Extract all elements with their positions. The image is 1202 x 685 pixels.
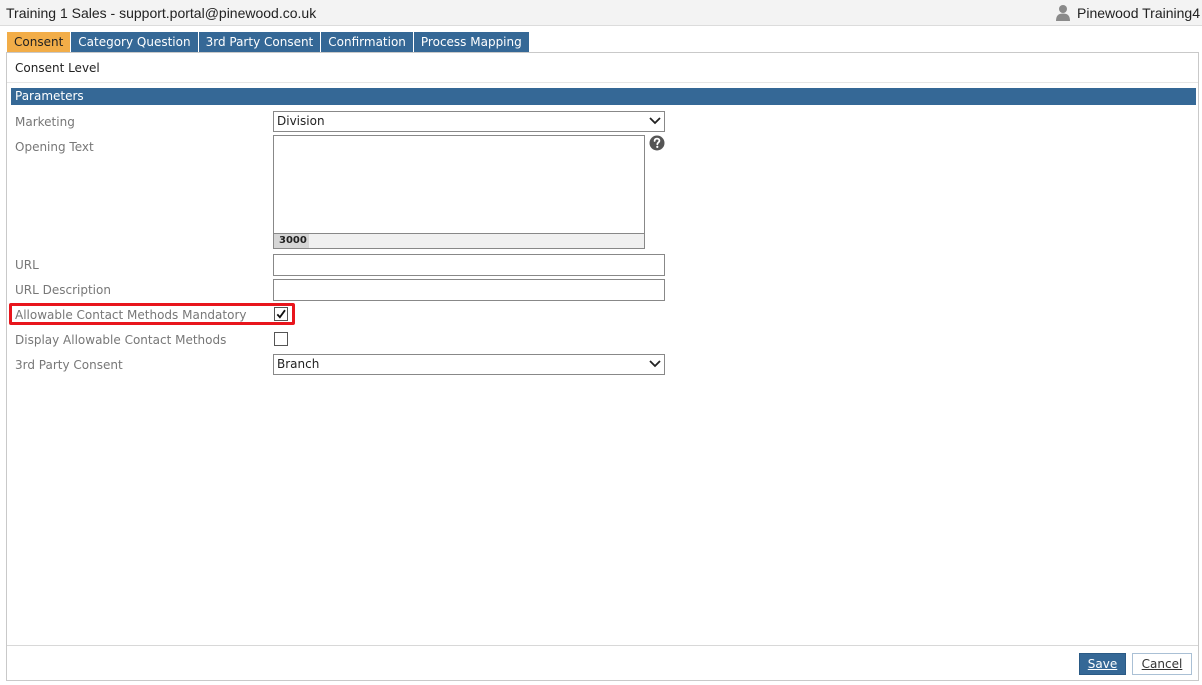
url-description-input[interactable] <box>273 279 665 301</box>
display-allowable-contact-methods-label: Display Allowable Contact Methods <box>15 333 227 347</box>
panel-title: Consent Level <box>15 61 100 75</box>
chevron-down-icon <box>649 117 661 125</box>
url-label: URL <box>15 258 39 272</box>
app-title: Training 1 Sales - support.portal@pinewo… <box>6 5 317 21</box>
help-icon[interactable] <box>649 135 665 151</box>
display-allowable-contact-methods-checkbox[interactable] <box>274 332 288 346</box>
url-description-label: URL Description <box>15 283 111 297</box>
divider <box>7 82 1198 83</box>
url-input[interactable] <box>273 254 665 276</box>
3rd-party-consent-select[interactable]: Branch <box>273 354 665 375</box>
consent-panel: Consent Level Parameters Marketing Divis… <box>6 52 1199 681</box>
marketing-label: Marketing <box>15 115 75 129</box>
user-menu[interactable]: Pinewood Training4 <box>1055 4 1200 21</box>
chevron-down-icon <box>649 360 661 368</box>
tab-bar: Consent Category Question 3rd Party Cons… <box>7 32 530 52</box>
char-count-bar: 3000 <box>273 234 645 249</box>
user-icon <box>1056 5 1071 21</box>
section-header-parameters: Parameters <box>11 88 1196 105</box>
opening-text-textarea[interactable] <box>273 135 645 234</box>
save-button[interactable]: Save <box>1079 653 1126 675</box>
3rd-party-consent-label: 3rd Party Consent <box>15 358 123 372</box>
user-name[interactable]: Pinewood Training4 <box>1077 5 1200 21</box>
tab-3rd-party-consent[interactable]: 3rd Party Consent <box>198 32 321 52</box>
marketing-select-value: Division <box>277 114 325 128</box>
footer-divider <box>7 645 1198 646</box>
3rd-party-consent-select-value: Branch <box>277 357 320 371</box>
tab-consent[interactable]: Consent <box>7 32 71 52</box>
highlight-box <box>9 303 295 325</box>
tab-category-question[interactable]: Category Question <box>71 32 198 52</box>
tab-confirmation[interactable]: Confirmation <box>321 32 413 52</box>
char-count: 3000 <box>274 234 309 248</box>
marketing-select[interactable]: Division <box>273 111 665 132</box>
cancel-button[interactable]: Cancel <box>1132 653 1192 675</box>
title-bar: Training 1 Sales - support.portal@pinewo… <box>0 0 1202 26</box>
opening-text-label: Opening Text <box>15 140 94 154</box>
tab-process-mapping[interactable]: Process Mapping <box>413 32 529 52</box>
